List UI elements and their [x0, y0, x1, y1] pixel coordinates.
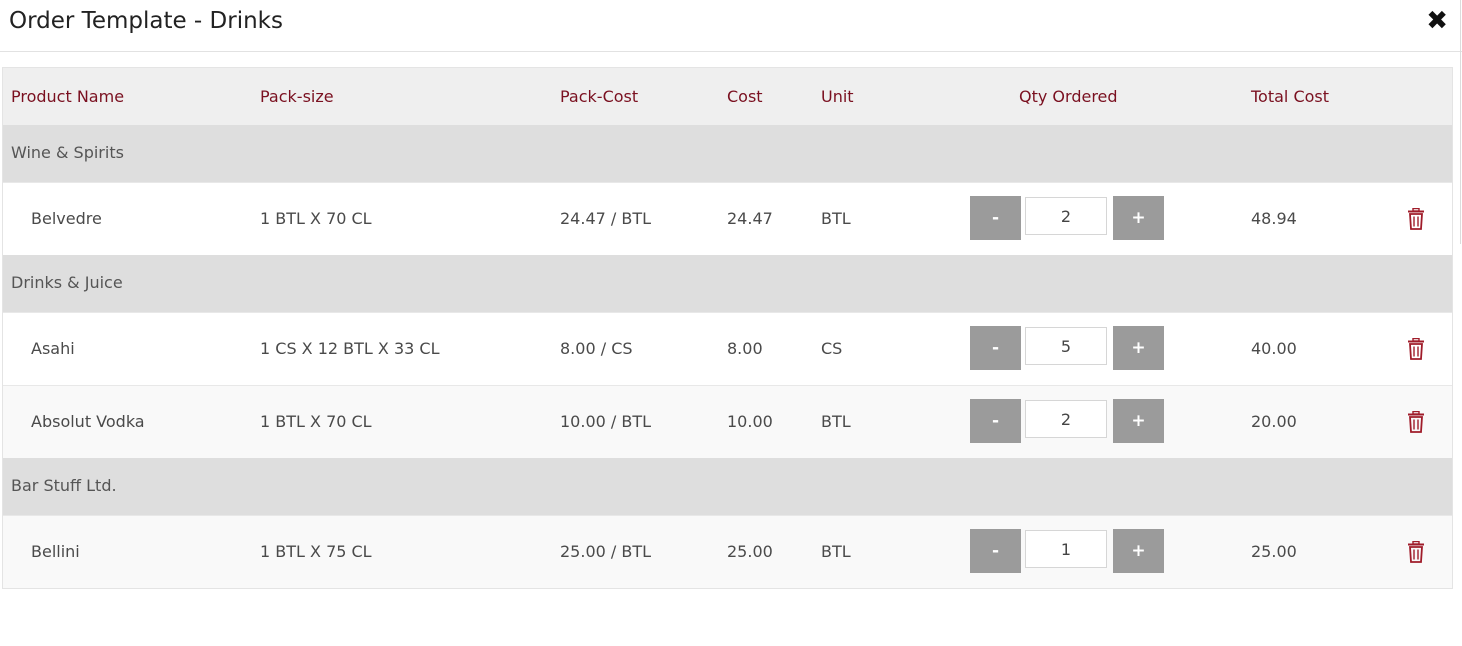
quantity-input[interactable] [1025, 327, 1107, 365]
group-name: Bar Stuff Ltd. [11, 476, 117, 495]
pack-cost: 10.00 / BTL [560, 412, 652, 431]
pack-cost: 8.00 / CS [560, 339, 633, 358]
group-row: Drinks & Juice [3, 255, 1452, 312]
trash-icon[interactable] [1407, 208, 1425, 230]
pack-size: 1 BTL X 70 CL [260, 209, 372, 228]
unit: BTL [821, 412, 851, 431]
total-cost: 40.00 [1251, 339, 1297, 358]
table-header: Product Name Pack-size Pack-Cost Cost Un… [3, 68, 1452, 125]
header-total-cost[interactable]: Total Cost [1251, 87, 1329, 106]
unit: CS [821, 339, 843, 358]
pack-cost: 25.00 / BTL [560, 542, 652, 561]
pack-size: 1 CS X 12 BTL X 33 CL [260, 339, 440, 358]
cost: 10.00 [727, 412, 773, 431]
cost: 8.00 [727, 339, 763, 358]
trash-icon[interactable] [1407, 541, 1425, 563]
product-name: Absolut Vodka [31, 412, 145, 431]
quantity-input[interactable] [1025, 530, 1107, 568]
table-row: Absolut Vodka 1 BTL X 70 CL 10.00 / BTL … [3, 385, 1452, 458]
table-row: Bellini 1 BTL X 75 CL 25.00 / BTL 25.00 … [3, 515, 1452, 588]
group-row: Wine & Spirits [3, 125, 1452, 182]
quantity-stepper: - + [970, 196, 1168, 240]
total-cost: 25.00 [1251, 542, 1297, 561]
header-cost[interactable]: Cost [727, 87, 763, 106]
group-row: Bar Stuff Ltd. [3, 458, 1452, 515]
scrollbar[interactable] [1460, 0, 1461, 244]
total-cost: 20.00 [1251, 412, 1297, 431]
increment-button[interactable]: + [1113, 326, 1164, 370]
increment-button[interactable]: + [1113, 399, 1164, 443]
quantity-stepper: - + [970, 529, 1168, 573]
header-product-name[interactable]: Product Name [11, 87, 124, 106]
group-name: Wine & Spirits [11, 143, 124, 162]
trash-icon[interactable] [1407, 338, 1425, 360]
header-pack-size[interactable]: Pack-size [260, 87, 334, 106]
quantity-input[interactable] [1025, 400, 1107, 438]
cost: 24.47 [727, 209, 773, 228]
decrement-button[interactable]: - [970, 196, 1021, 240]
pack-size: 1 BTL X 75 CL [260, 542, 372, 561]
quantity-stepper: - + [970, 399, 1168, 443]
pack-size: 1 BTL X 70 CL [260, 412, 372, 431]
pack-cost: 24.47 / BTL [560, 209, 652, 228]
product-name: Belvedre [31, 209, 102, 228]
header-unit[interactable]: Unit [821, 87, 854, 106]
header-qty-ordered[interactable]: Qty Ordered [1019, 87, 1118, 106]
quantity-stepper: - + [970, 326, 1168, 370]
quantity-input[interactable] [1025, 197, 1107, 235]
trash-icon[interactable] [1407, 411, 1425, 433]
modal-title: Order Template - Drinks [9, 8, 283, 34]
increment-button[interactable]: + [1113, 196, 1164, 240]
decrement-button[interactable]: - [970, 529, 1021, 573]
decrement-button[interactable]: - [970, 399, 1021, 443]
increment-button[interactable]: + [1113, 529, 1164, 573]
total-cost: 48.94 [1251, 209, 1297, 228]
product-name: Asahi [31, 339, 75, 358]
unit: BTL [821, 209, 851, 228]
modal-header: Order Template - Drinks ✖ [0, 0, 1462, 52]
header-pack-cost[interactable]: Pack-Cost [560, 87, 638, 106]
unit: BTL [821, 542, 851, 561]
cost: 25.00 [727, 542, 773, 561]
decrement-button[interactable]: - [970, 326, 1021, 370]
group-name: Drinks & Juice [11, 273, 123, 292]
table-row: Belvedre 1 BTL X 70 CL 24.47 / BTL 24.47… [3, 182, 1452, 255]
close-icon[interactable]: ✖ [1426, 6, 1448, 36]
order-table: Product Name Pack-size Pack-Cost Cost Un… [2, 67, 1453, 589]
table-row: Asahi 1 CS X 12 BTL X 33 CL 8.00 / CS 8.… [3, 312, 1452, 385]
product-name: Bellini [31, 542, 80, 561]
